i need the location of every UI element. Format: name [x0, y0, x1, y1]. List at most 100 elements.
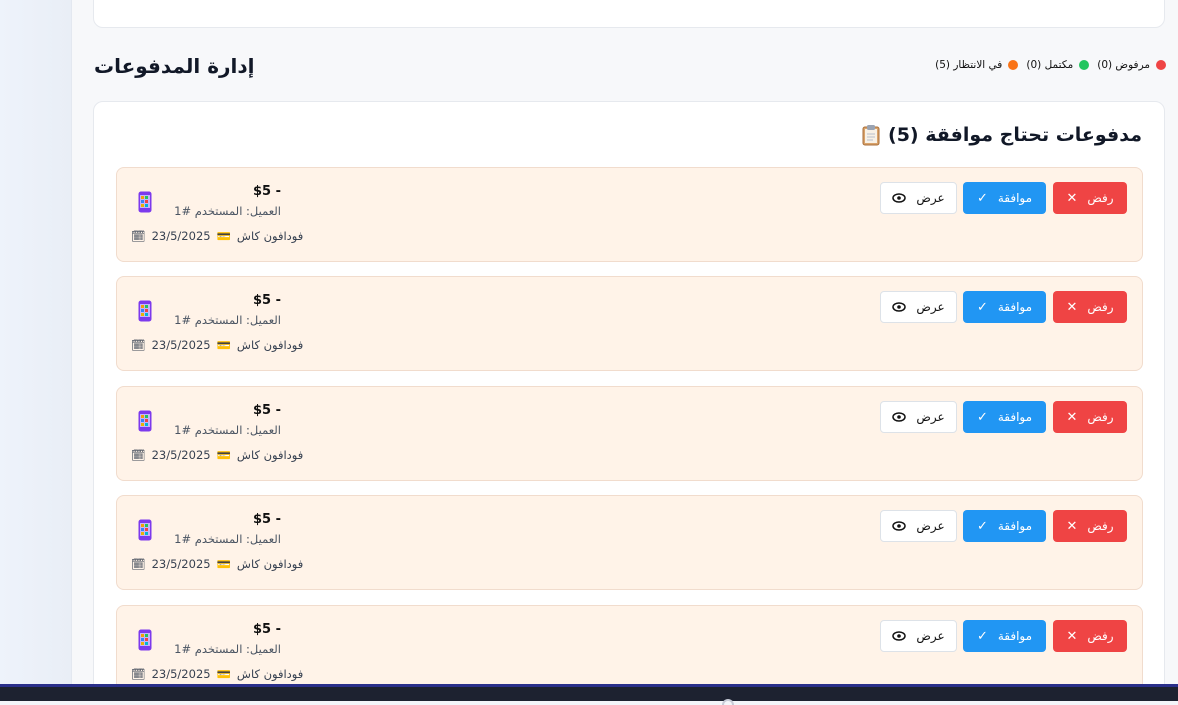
card-icon: 💳: [216, 667, 231, 681]
reject-label: رفض: [1087, 300, 1114, 314]
payment-amount: $5 -: [253, 184, 282, 199]
card-icon: 💳: [216, 229, 231, 243]
card-icon: 💳: [216, 448, 231, 462]
reject-button[interactable]: رفض ✕: [1053, 401, 1127, 433]
check-icon: ✓: [976, 299, 988, 315]
payment-amount: $5 -: [253, 403, 282, 418]
approve-button[interactable]: موافقة ✓: [963, 401, 1046, 433]
calendar-icon: 🗓: [131, 229, 146, 243]
approve-label: موافقة: [997, 519, 1033, 533]
payment-method: فودافون كاش: [236, 557, 304, 571]
reject-button[interactable]: رفض ✕: [1053, 510, 1127, 542]
payment-method: فودافون كاش: [236, 338, 304, 352]
payment-customer: العميل: المستخدم #1: [174, 642, 281, 656]
view-button[interactable]: عرض: [880, 291, 957, 323]
payment-date: 23/5/2025: [151, 338, 211, 352]
reject-button[interactable]: رفض ✕: [1053, 182, 1127, 214]
mobile-phone-icon: [138, 191, 152, 213]
taskbar-indicator-icon: [722, 699, 734, 705]
page-title: إدارة المدفوعات: [94, 54, 255, 78]
payment-method: فودافون كاش: [236, 667, 304, 681]
approve-label: موافقة: [997, 191, 1033, 205]
top-card: [93, 0, 1165, 28]
view-label: عرض: [916, 191, 945, 205]
reject-label: رفض: [1087, 629, 1114, 643]
rejected-dot-icon: [1156, 60, 1166, 70]
eye-icon: [892, 193, 907, 203]
payment-row: رفض ✕ موافقة ✓ عرض $5 - العميل: المستخدم…: [116, 167, 1143, 262]
mobile-phone-icon: [138, 300, 152, 322]
reject-label: رفض: [1087, 519, 1114, 533]
pending-payments-panel: مدفوعات تحتاج موافقة (5) رفض ✕ موافقة ✓ …: [93, 101, 1165, 701]
view-button[interactable]: عرض: [880, 401, 957, 433]
close-icon: ✕: [1066, 628, 1078, 644]
calendar-icon: 🗓: [131, 667, 146, 681]
payment-date: 23/5/2025: [151, 557, 211, 571]
payment-date: 23/5/2025: [151, 229, 211, 243]
calendar-icon: 🗓: [131, 338, 146, 352]
payment-customer: العميل: المستخدم #1: [174, 204, 281, 218]
check-icon: ✓: [976, 518, 988, 534]
payment-amount: $5 -: [253, 293, 282, 308]
card-icon: 💳: [216, 338, 231, 352]
legend-pending: في الانتظار (5): [935, 59, 1019, 71]
calendar-icon: 🗓: [131, 557, 146, 571]
payment-date: 23/5/2025: [151, 448, 211, 462]
view-button[interactable]: عرض: [880, 510, 957, 542]
approve-button[interactable]: موافقة ✓: [963, 182, 1046, 214]
completed-dot-icon: [1079, 60, 1090, 70]
check-icon: ✓: [976, 628, 988, 644]
view-label: عرض: [916, 519, 945, 533]
pending-dot-icon: [1008, 60, 1019, 70]
approve-button[interactable]: موافقة ✓: [963, 291, 1046, 323]
view-button[interactable]: عرض: [880, 620, 957, 652]
view-label: عرض: [916, 629, 945, 643]
payment-meta: 🗓 23/5/2025 💳 فودافون كاش: [131, 448, 303, 462]
payment-row: رفض ✕ موافقة ✓ عرض $5 - العميل: المستخدم…: [116, 276, 1143, 371]
view-button[interactable]: عرض: [880, 182, 957, 214]
view-label: عرض: [916, 410, 945, 424]
payment-date: 23/5/2025: [151, 667, 211, 681]
approve-button[interactable]: موافقة ✓: [963, 620, 1046, 652]
panel-title: مدفوعات تحتاج موافقة (5): [862, 124, 1142, 146]
calendar-icon: 🗓: [131, 448, 146, 462]
close-icon: ✕: [1066, 409, 1078, 425]
mobile-phone-icon: [138, 629, 152, 651]
panel-title-text: مدفوعات تحتاج موافقة (5): [888, 124, 1142, 146]
payment-customer: العميل: المستخدم #1: [174, 313, 281, 327]
close-icon: ✕: [1066, 518, 1078, 534]
reject-label: رفض: [1087, 191, 1114, 205]
legend-completed-label: مكتمل (0): [1026, 59, 1074, 71]
taskbar: [0, 684, 1178, 705]
approve-button[interactable]: موافقة ✓: [963, 510, 1046, 542]
check-icon: ✓: [976, 409, 988, 425]
payment-amount: $5 -: [253, 622, 282, 637]
payment-meta: 🗓 23/5/2025 💳 فودافون كاش: [131, 229, 303, 243]
eye-icon: [892, 521, 907, 531]
view-label: عرض: [916, 300, 945, 314]
sidebar: [0, 0, 72, 684]
payment-meta: 🗓 23/5/2025 💳 فودافون كاش: [131, 338, 303, 352]
reject-button[interactable]: رفض ✕: [1053, 291, 1127, 323]
legend-rejected-label: مرفوض (0): [1097, 59, 1150, 71]
payment-customer: العميل: المستخدم #1: [174, 532, 281, 546]
payment-method: فودافون كاش: [236, 229, 304, 243]
legend-rejected: مرفوض (0): [1097, 59, 1166, 71]
payment-amount: $5 -: [253, 512, 282, 527]
main-content: إدارة المدفوعات مرفوض (0) مكتمل (0) في ا…: [72, 0, 1178, 701]
reject-button[interactable]: رفض ✕: [1053, 620, 1127, 652]
clipboard-icon: [862, 125, 880, 146]
mobile-phone-icon: [138, 519, 152, 541]
payment-customer: العميل: المستخدم #1: [174, 423, 281, 437]
approve-label: موافقة: [997, 410, 1033, 424]
approve-label: موافقة: [997, 300, 1033, 314]
payment-meta: 🗓 23/5/2025 💳 فودافون كاش: [131, 557, 303, 571]
payment-meta: 🗓 23/5/2025 💳 فودافون كاش: [131, 667, 303, 681]
payment-row: رفض ✕ موافقة ✓ عرض $5 - العميل: المستخدم…: [116, 495, 1143, 590]
card-icon: 💳: [216, 557, 231, 571]
approve-label: موافقة: [997, 629, 1033, 643]
check-icon: ✓: [976, 190, 988, 206]
eye-icon: [892, 412, 907, 422]
legend-completed: مكتمل (0): [1026, 59, 1090, 71]
eye-icon: [892, 631, 907, 641]
